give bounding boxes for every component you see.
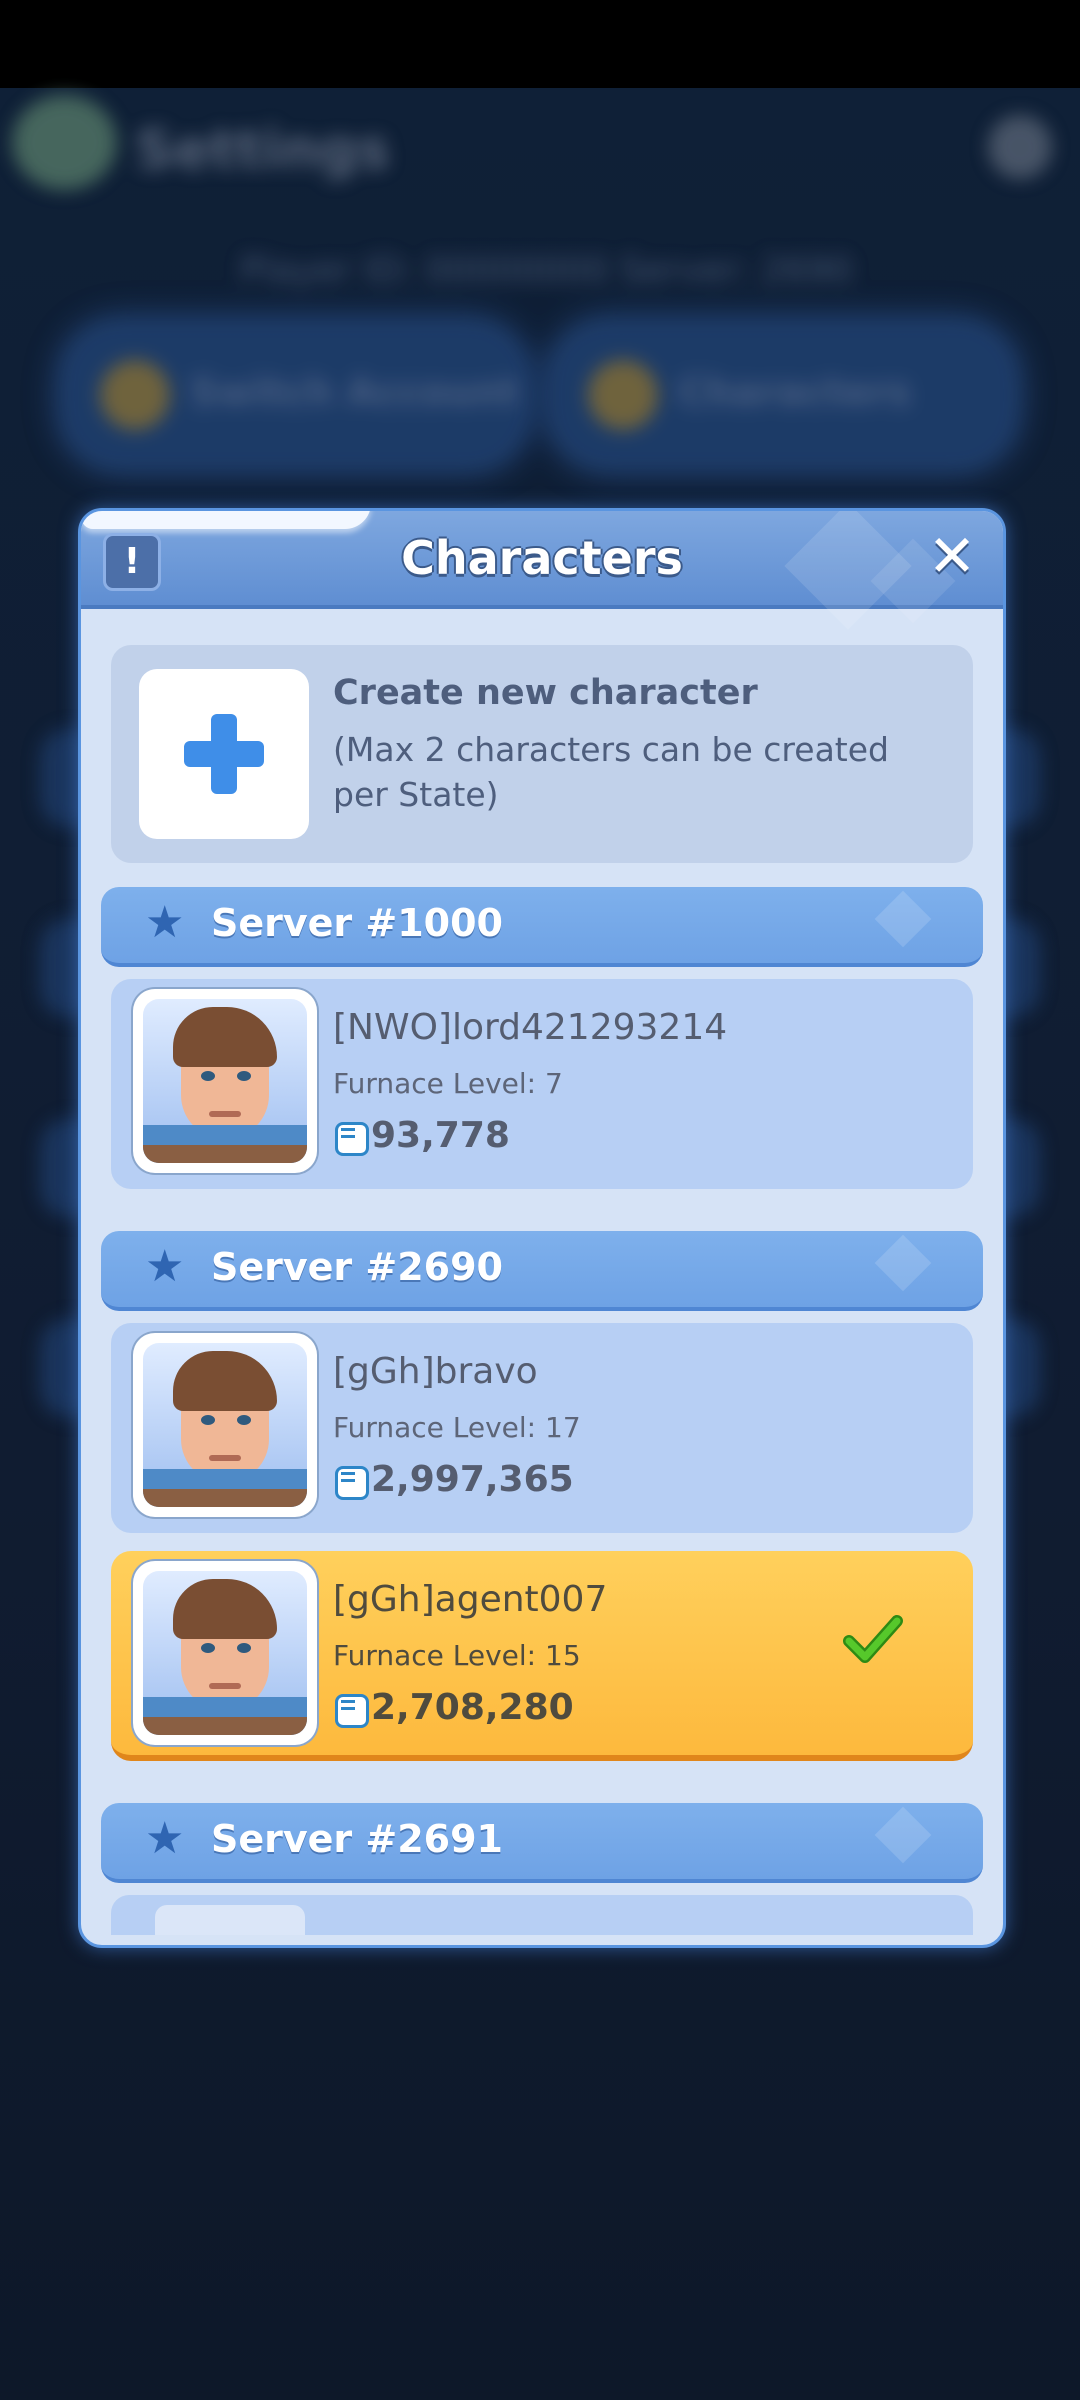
star-icon: ★ [145,1813,185,1864]
dialog-header: ! Characters ✕ [81,511,1003,630]
furnace-level: Furnace Level: 17 [333,1411,581,1444]
star-icon: ★ [145,1241,185,1292]
plus-icon[interactable] [139,669,309,839]
character-portrait [133,1333,317,1517]
furnace-level: Furnace Level: 15 [333,1639,581,1672]
switch-account-button: Switch Account [60,320,530,470]
close-icon[interactable]: ✕ [921,525,983,587]
dialog-title: Characters [401,531,683,585]
server-header: ★ Server #2690 [101,1231,983,1311]
power-value: 93,778 [333,1115,510,1156]
server-header: ★ Server #2691 [101,1803,983,1883]
characters-dialog: ! Characters ✕ Create new character (Max… [78,508,1006,1948]
fist-icon [333,1116,369,1156]
server-header: ★ Server #1000 [101,887,983,967]
checkmark-icon [843,1615,903,1663]
gear-icon [988,115,1052,179]
character-portrait [133,989,317,1173]
fist-icon [333,1688,369,1728]
status-bar [0,0,1080,88]
fist-icon [333,1460,369,1500]
characters-button: Characters [548,320,1018,470]
server-name: Server #2691 [211,1817,503,1861]
character-name: [gGh]agent007 [333,1579,608,1620]
character-card-partial[interactable] [111,1895,973,1935]
power-value: 2,708,280 [333,1687,574,1728]
avatar [12,95,117,190]
star-icon: ★ [145,897,185,948]
character-name: [NWO]lord421293214 [333,1007,728,1048]
create-character-title: Create new character [333,673,758,713]
character-portrait [133,1561,317,1745]
background-title: Settings [135,118,390,181]
server-name: Server #1000 [211,901,503,945]
character-name: [gGh]bravo [333,1351,538,1392]
power-value: 2,997,365 [333,1459,574,1500]
create-character-subtitle: (Max 2 characters can be created per Sta… [333,730,889,814]
background-subtitle: Player ID: 00000000 Server: 2690 [240,250,853,291]
character-card[interactable]: [gGh]bravo Furnace Level: 17 2,997,365 [111,1323,973,1533]
create-character-button[interactable]: Create new character (Max 2 characters c… [111,645,973,863]
character-card[interactable]: [NWO]lord421293214 Furnace Level: 7 93,7… [111,979,973,1189]
furnace-level: Furnace Level: 7 [333,1067,563,1100]
server-name: Server #2690 [211,1245,503,1289]
character-card-selected[interactable]: [gGh]agent007 Furnace Level: 15 2,708,28… [111,1551,973,1761]
